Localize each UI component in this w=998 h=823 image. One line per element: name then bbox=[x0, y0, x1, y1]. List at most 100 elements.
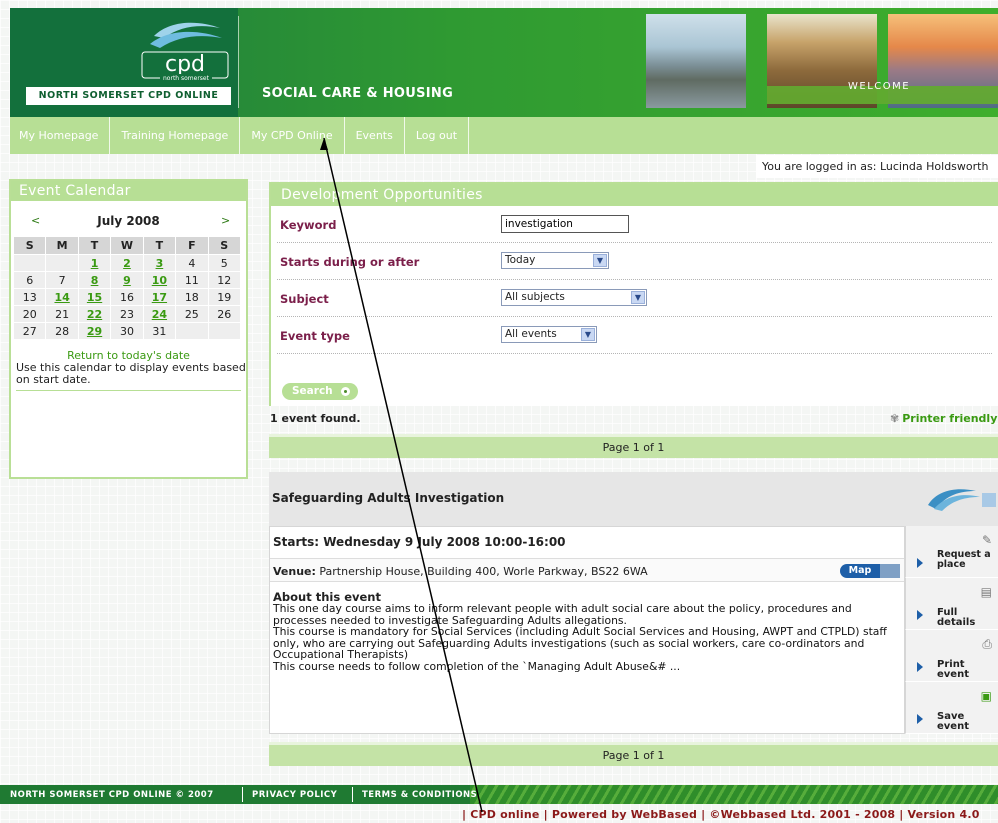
printer-icon: ✾ bbox=[890, 412, 900, 425]
event-calendar: Event Calendar July 2008 < > SMTWTFS 123… bbox=[9, 179, 248, 479]
calendar-divider bbox=[16, 390, 241, 391]
calendar-note: Use this calendar to display events base… bbox=[16, 361, 246, 386]
calendar-prev-month[interactable]: < bbox=[31, 214, 40, 227]
calendar-day-with-events[interactable]: 10 bbox=[142, 271, 177, 289]
calendar-day-with-events[interactable]: 1 bbox=[77, 254, 112, 272]
logo-area[interactable]: cpd north somerset NORTH SOMERSET CPD ON… bbox=[10, 8, 238, 117]
nav-log-out[interactable]: Log out bbox=[405, 117, 470, 154]
go-icon bbox=[341, 387, 350, 396]
event-venue-row: Venue: Partnership House, Building 400, … bbox=[270, 558, 904, 582]
cpd-wave-icon bbox=[928, 489, 996, 511]
keyword-label: Keyword bbox=[280, 218, 337, 232]
calendar-day-with-events[interactable]: 15 bbox=[77, 288, 112, 306]
chevron-down-icon: ▼ bbox=[581, 328, 595, 341]
nav-my-homepage[interactable]: My Homepage bbox=[10, 117, 111, 154]
calendar-weekday: W bbox=[110, 236, 144, 255]
full-details-button[interactable]: ▤ Full details bbox=[905, 578, 998, 630]
main-nav: My Homepage Training Homepage My CPD Onl… bbox=[10, 117, 998, 154]
nav-training-homepage[interactable]: Training Homepage bbox=[110, 117, 241, 154]
calendar-day: 18 bbox=[175, 288, 209, 306]
starts-select-value: Today bbox=[505, 254, 536, 266]
calendar-empty-cell bbox=[207, 322, 242, 340]
subject-row: Subject All subjects ▼ bbox=[277, 280, 992, 317]
pager-bottom: Page 1 of 1 bbox=[269, 742, 998, 766]
nav-events[interactable]: Events bbox=[345, 117, 405, 154]
calendar-day-with-events[interactable]: 2 bbox=[110, 254, 144, 272]
calendar-day: 4 bbox=[175, 254, 209, 272]
development-opportunities-search: Development Opportunities Keyword Starts… bbox=[269, 182, 998, 406]
department-title: SOCIAL CARE & HOUSING bbox=[262, 86, 454, 101]
header-divider bbox=[238, 16, 239, 108]
calendar-day-with-events[interactable]: 8 bbox=[77, 271, 112, 289]
calendar-week: 27 28 29 30 31 bbox=[12, 322, 242, 340]
calendar-weekday: T bbox=[77, 236, 112, 255]
search-heading: Development Opportunities bbox=[271, 184, 998, 206]
footer-separator bbox=[242, 787, 243, 802]
starts-select[interactable]: Today ▼ bbox=[501, 252, 609, 269]
subject-label: Subject bbox=[280, 292, 329, 306]
print-event-label: Print event bbox=[937, 659, 969, 680]
calendar-weekday: S bbox=[207, 236, 242, 255]
calendar-days: 1 2 3 4 5 6 7 8 9 10 11 12 13 14 15 16 17 18 19 20 21 22 23 24 2… bbox=[12, 254, 242, 340]
calendar-day-with-events[interactable]: 14 bbox=[45, 288, 79, 306]
calendar-day: 26 bbox=[207, 305, 242, 323]
calendar-day-with-events[interactable]: 24 bbox=[142, 305, 177, 323]
map-button[interactable]: Map bbox=[840, 564, 880, 578]
calendar-day: 31 bbox=[142, 322, 177, 340]
search-button-label: Search bbox=[292, 385, 333, 397]
calendar-day-with-events[interactable]: 17 bbox=[142, 288, 177, 306]
request-place-label: Request a place bbox=[937, 549, 991, 570]
event-venue: Venue: Partnership House, Building 400, … bbox=[273, 565, 648, 578]
site-name: NORTH SOMERSET CPD ONLINE bbox=[26, 87, 231, 105]
map-icon[interactable] bbox=[880, 564, 900, 578]
event-type-label: Event type bbox=[280, 329, 350, 343]
calendar-weekday: T bbox=[142, 236, 177, 255]
keyword-input[interactable] bbox=[501, 215, 629, 233]
calendar-day: 25 bbox=[175, 305, 209, 323]
calendar-week: 12345 bbox=[12, 254, 242, 272]
calendar-day: 19 bbox=[207, 288, 242, 306]
calendar-day-with-events[interactable]: 9 bbox=[110, 271, 144, 289]
logged-in-status: You are logged in as: Lucinda Holdsworth bbox=[756, 155, 998, 178]
calendar-month-row: July 2008 < > bbox=[11, 214, 246, 236]
subject-select[interactable]: All subjects ▼ bbox=[501, 289, 647, 306]
calendar-day-with-events[interactable]: 3 bbox=[142, 254, 177, 272]
calendar-next-month[interactable]: > bbox=[221, 214, 230, 227]
about-text: This one day course aims to inform relev… bbox=[273, 603, 901, 672]
save-event-button[interactable]: ▣ Save event bbox=[905, 682, 998, 734]
arrow-right-icon bbox=[917, 662, 923, 672]
calendar-day: 23 bbox=[110, 305, 144, 323]
calendar-weekday: M bbox=[45, 236, 79, 255]
terms-link[interactable]: TERMS & CONDITIONS bbox=[362, 790, 477, 800]
calendar-day: 21 bbox=[45, 305, 79, 323]
privacy-policy-link[interactable]: PRIVACY POLICY bbox=[252, 790, 337, 800]
search-button[interactable]: Search bbox=[282, 383, 358, 400]
calendar-day-with-events[interactable]: 29 bbox=[77, 322, 112, 340]
event-title[interactable]: Safeguarding Adults Investigation bbox=[272, 491, 504, 505]
calendar-day: 11 bbox=[175, 271, 209, 289]
request-place-button[interactable]: ✎ Request a place bbox=[905, 526, 998, 578]
event-start-time: Starts: Wednesday 9 July 2008 10:00-16:0… bbox=[273, 535, 566, 549]
pager-top: Page 1 of 1 bbox=[269, 434, 998, 458]
calendar-week: 6 7 8 9 10 11 12 bbox=[12, 271, 242, 289]
calendar-day: 20 bbox=[12, 305, 47, 323]
calendar-week: 20 21 22 23 24 25 26 bbox=[12, 305, 242, 323]
event-type-select[interactable]: All events ▼ bbox=[501, 326, 597, 343]
printer-friendly-link[interactable]: ✾ Printer friendly bbox=[890, 412, 997, 425]
arrow-right-icon bbox=[917, 714, 923, 724]
arrow-right-icon bbox=[917, 558, 923, 568]
header-photo-rocks bbox=[646, 14, 746, 108]
cpd-logo-icon: cpd north somerset bbox=[141, 22, 229, 82]
footer-copyright: NORTH SOMERSET CPD ONLINE © 2007 bbox=[10, 790, 214, 800]
calendar-day: 6 bbox=[12, 271, 47, 289]
venue-label: Venue: bbox=[273, 565, 316, 578]
nav-my-cpd-online[interactable]: My CPD Online bbox=[240, 117, 345, 154]
calendar-day: 5 bbox=[207, 254, 242, 272]
logo-text: cpd bbox=[165, 52, 205, 77]
calendar-day-with-events[interactable]: 22 bbox=[77, 305, 112, 323]
chevron-down-icon: ▼ bbox=[631, 291, 645, 304]
calendar-day: 16 bbox=[110, 288, 144, 306]
print-event-button[interactable]: ⎙ Print event bbox=[905, 630, 998, 682]
calendar-heading: Event Calendar bbox=[11, 181, 246, 201]
calendar-weekday: F bbox=[175, 236, 209, 255]
